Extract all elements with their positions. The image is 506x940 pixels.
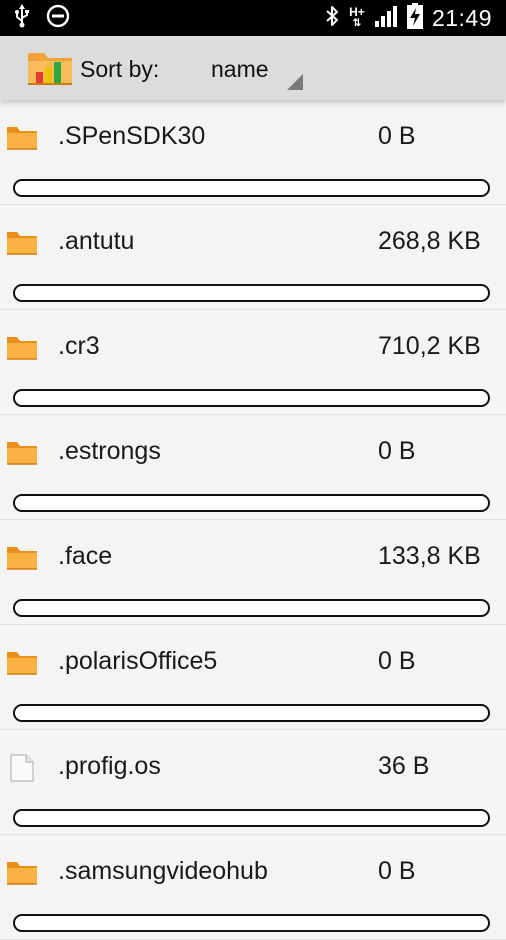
folder-icon	[6, 544, 38, 572]
list-item[interactable]: .polarisOffice5 0 B	[0, 625, 506, 730]
size-progress-bar	[13, 389, 490, 407]
network-type-label: H+	[349, 5, 365, 19]
folder-chart-icon[interactable]	[26, 48, 74, 88]
item-name: .profig.os	[58, 752, 161, 780]
size-progress-bar	[13, 599, 490, 617]
size-progress-bar	[13, 179, 490, 197]
sort-by-label: Sort by:	[80, 56, 160, 82]
item-name: .cr3	[58, 332, 100, 360]
file-icon	[6, 754, 38, 782]
item-name: .SPenSDK30	[58, 122, 206, 150]
dropdown-arrow-icon	[287, 74, 303, 90]
usb-icon	[14, 3, 30, 33]
status-bar: H+ ⇅ 21:49	[0, 0, 506, 36]
size-progress-bar	[13, 284, 490, 302]
size-progress-bar	[13, 494, 490, 512]
size-progress-bar	[13, 704, 490, 722]
item-size: 0 B	[378, 437, 416, 465]
list-item[interactable]: .cr3 710,2 KB	[0, 310, 506, 415]
item-size: 0 B	[378, 647, 416, 675]
hplus-network-icon: H+ ⇅	[349, 5, 365, 29]
item-name: .polarisOffice5	[58, 647, 218, 675]
item-name: .face	[58, 542, 113, 570]
folder-icon	[6, 859, 38, 887]
battery-charging-icon	[406, 2, 423, 34]
item-size: 133,8 KB	[378, 542, 481, 570]
list-item[interactable]: .samsungvideohub 0 B	[0, 835, 506, 940]
folder-icon	[6, 439, 38, 467]
folder-icon	[6, 334, 38, 362]
item-size: 710,2 KB	[378, 332, 481, 360]
item-size: 0 B	[378, 857, 416, 885]
clock: 21:49	[431, 4, 492, 31]
list-item[interactable]: .face 133,8 KB	[0, 520, 506, 625]
item-size: 268,8 KB	[378, 227, 481, 255]
folder-icon	[6, 124, 38, 152]
list-item[interactable]: .antutu 268,8 KB	[0, 205, 506, 310]
status-bar-left	[14, 3, 70, 33]
signal-icon	[374, 4, 398, 33]
folder-icon	[6, 649, 38, 677]
bluetooth-icon	[324, 4, 340, 33]
item-size: 36 B	[378, 752, 430, 780]
status-bar-right: H+ ⇅ 21:49	[324, 2, 492, 34]
size-progress-bar	[13, 914, 490, 932]
item-name: .samsungvideohub	[58, 857, 268, 885]
do-not-disturb-icon	[46, 4, 70, 33]
item-size: 0 B	[378, 122, 416, 150]
list-item[interactable]: .estrongs 0 B	[0, 415, 506, 520]
item-name: .antutu	[58, 227, 135, 255]
sort-value: name	[211, 56, 269, 82]
item-name: .estrongs	[58, 437, 161, 465]
list-item[interactable]: .profig.os 36 B	[0, 730, 506, 835]
action-bar: Sort by: name	[0, 36, 506, 100]
size-progress-bar	[13, 809, 490, 827]
file-list: .SPenSDK30 0 B .antutu 268,8 KB .cr3 710,2 KB…	[0, 100, 506, 940]
folder-icon	[6, 229, 38, 257]
sort-dropdown[interactable]: name	[196, 48, 306, 94]
list-item[interactable]: .SPenSDK30 0 B	[0, 100, 506, 205]
